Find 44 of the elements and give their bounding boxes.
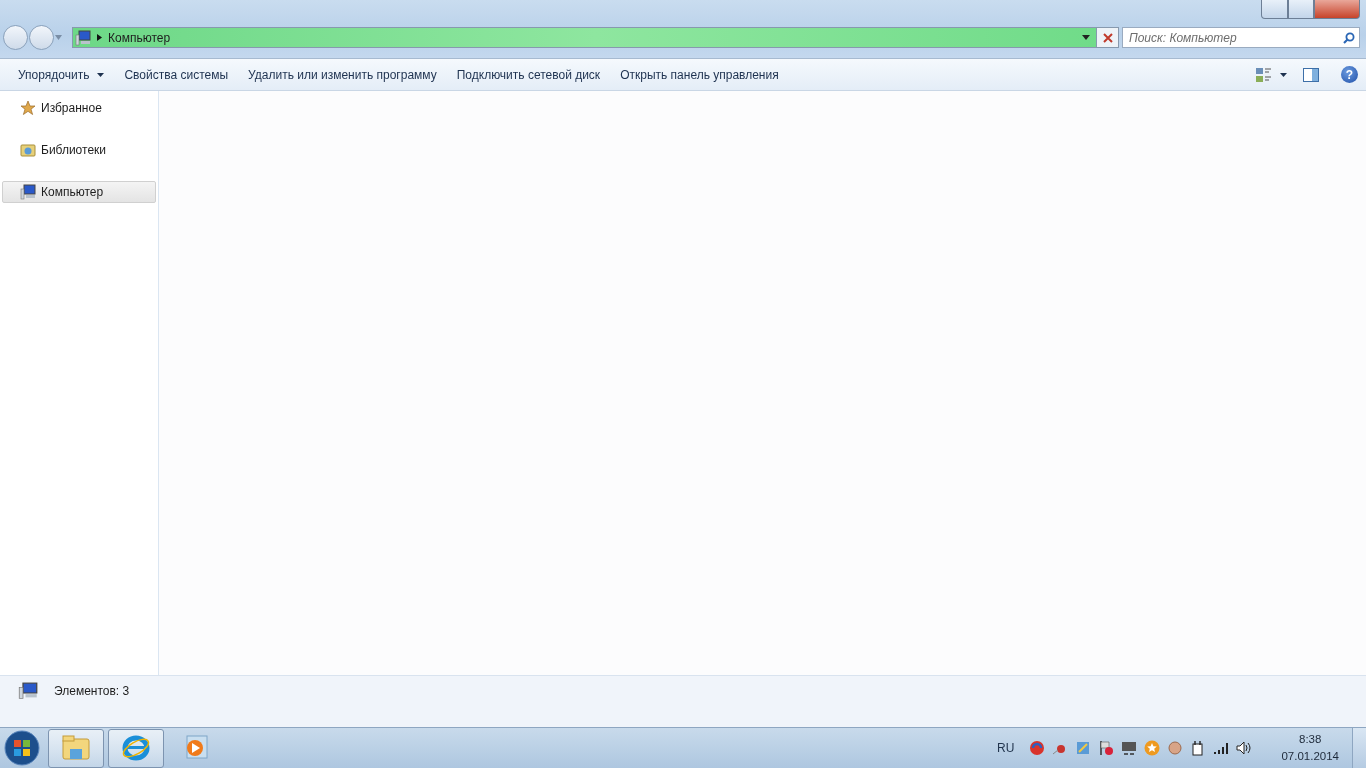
- close-icon[interactable]: [1096, 28, 1118, 47]
- preview-pane-icon[interactable]: [1303, 67, 1319, 82]
- toolbar-button[interactable]: Упорядочить: [8, 62, 115, 87]
- clock-time: 8:38: [1298, 732, 1323, 747]
- search-box[interactable]: Поиск: Компьютер: [1122, 27, 1360, 48]
- volume-icon[interactable]: [1236, 740, 1253, 756]
- signal-icon[interactable]: [1213, 740, 1230, 756]
- computer-icon: [18, 682, 38, 700]
- taskbar-button[interactable]: [48, 728, 104, 768]
- view-options-button[interactable]: [1256, 67, 1287, 82]
- libraries-icon: [20, 142, 36, 158]
- display-icon[interactable]: [1121, 740, 1138, 756]
- tray-app-icon[interactable]: [1167, 740, 1184, 756]
- caret-icon: [1280, 72, 1287, 77]
- search-field[interactable]: Поиск: Компьютер: [1129, 28, 1343, 47]
- browser-icon: [121, 733, 151, 763]
- toolbar-button[interactable]: Подключить сетевой диск: [446, 62, 611, 87]
- caret-icon[interactable]: [1082, 35, 1090, 40]
- computer-icon: [75, 29, 91, 46]
- taskbar-button[interactable]: [108, 728, 164, 768]
- forward-button[interactable]: [29, 25, 54, 50]
- back-button[interactable]: [3, 25, 28, 50]
- arrow-icon: [97, 34, 102, 41]
- minimize-button[interactable]: [1261, 0, 1288, 19]
- computer-icon: [20, 184, 36, 200]
- help-button[interactable]: ?: [1341, 66, 1358, 83]
- item-count: Элементов: 3: [54, 683, 130, 700]
- show-desktop-button[interactable]: [1352, 728, 1366, 768]
- view-icon: [1256, 67, 1272, 82]
- search-icon[interactable]: [1343, 31, 1355, 44]
- action-center-icon[interactable]: [1098, 740, 1115, 756]
- toolbar-button[interactable]: Свойства системы: [114, 62, 239, 87]
- toolbar-button[interactable]: Удалить или изменить программу: [238, 62, 447, 87]
- sidebar-item[interactable]: Избранное: [2, 97, 156, 119]
- toolbar-button[interactable]: Открыть панель управления: [610, 62, 789, 87]
- favorites-icon: [20, 100, 36, 116]
- clock-date: 07.01.2014: [1281, 749, 1339, 764]
- address-path[interactable]: Компьютер: [108, 28, 171, 47]
- sidebar-item[interactable]: Компьютер: [2, 181, 156, 203]
- sidebar-item[interactable]: Библиотеки: [2, 139, 156, 161]
- restore-button[interactable]: [1288, 0, 1314, 19]
- language-indicator[interactable]: RU: [997, 739, 1015, 757]
- folder-icon: [61, 733, 91, 763]
- close-button[interactable]: [1314, 0, 1360, 19]
